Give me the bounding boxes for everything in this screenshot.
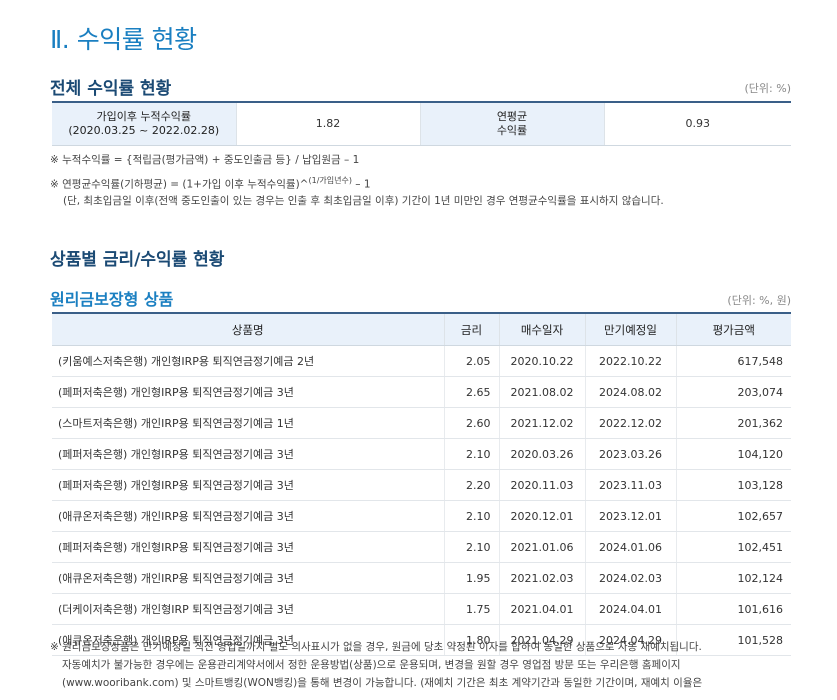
- rate: 1.95: [443, 562, 499, 594]
- principal-products-table: 상품명 금리 매수일자 만기예정일 평가금액 (키움예스저축은행) 개인형IRP…: [52, 312, 791, 656]
- rate: 2.10: [443, 438, 499, 470]
- buy-date: 2021.12.02: [498, 407, 585, 439]
- col-header-maturity: 만기예정일: [584, 313, 676, 346]
- rate: 2.05: [443, 345, 499, 377]
- annual-label-line2: 수익률: [496, 124, 528, 137]
- amount: 617,548: [675, 345, 791, 377]
- table-row: (키움예스저축은행) 개인형IRP용 퇴직연금정기예금 2년 2.05 2020.1…: [52, 345, 791, 377]
- col-header-buy-date: 매수일자: [498, 313, 585, 346]
- footnote-line: (www.wooribank.com) 및 스마트뱅킹(WON뱅킹)을 통해 변…: [62, 677, 703, 689]
- col-header-product: 상품명: [52, 313, 444, 346]
- product-name: (페퍼저축은행) 개인형IRP용 퇴직연금정기예금 3년: [52, 438, 444, 470]
- note-annual-formula-main: ※ 연평균수익률(기하평균) = (1+가입 이후 누적수익률)^: [50, 178, 309, 191]
- principal-unit: (단위: %, 원): [727, 294, 791, 307]
- rate: 2.10: [443, 500, 499, 532]
- amount: 101,616: [675, 593, 791, 625]
- maturity-date: 2023.03.26: [584, 438, 676, 470]
- note-annual-exception: (단, 최초입금일 이후(전액 중도인출이 있는 경우는 인출 후 최초입금일 …: [63, 195, 664, 207]
- cumulative-label-period: (2020.03.25 ~ 2022.02.28): [68, 124, 220, 137]
- product-name: (스마트저축은행) 개인IRP용 퇴직연금정기예금 1년: [52, 407, 444, 439]
- table-header-row: 상품명 금리 매수일자 만기예정일 평가금액: [52, 313, 791, 346]
- table-row: (페퍼저축은행) 개인형IRP용 퇴직연금정기예금 3년 2.10 2021.01.…: [52, 531, 791, 563]
- rate: 1.75: [443, 593, 499, 625]
- rate: 2.20: [443, 469, 499, 501]
- maturity-date: 2024.02.03: [584, 562, 676, 594]
- cumulative-return-label: 가입이후 누적수익률 (2020.03.25 ~ 2022.02.28): [52, 102, 236, 146]
- table-row: (페퍼저축은행) 개인형IRP용 퇴직연금정기예금 3년 2.65 2021.08.…: [52, 376, 791, 408]
- table-row: (더케이저축은행) 개인형IRP 퇴직연금정기예금 3년 1.75 2021.04.…: [52, 593, 791, 625]
- col-header-rate: 금리: [443, 313, 499, 346]
- rate: 2.65: [443, 376, 499, 408]
- maturity-date: 2022.10.22: [584, 345, 676, 377]
- buy-date: 2021.01.06: [498, 531, 585, 563]
- buy-date: 2020.12.01: [498, 500, 585, 532]
- buy-date: 2020.03.26: [498, 438, 585, 470]
- page-title: Ⅱ. 수익률 현황: [50, 25, 197, 54]
- product-name: (애큐온저축은행) 개인IRP용 퇴직연금정기예금 3년: [52, 500, 444, 532]
- amount: 201,362: [675, 407, 791, 439]
- maturity-date: 2024.04.01: [584, 593, 676, 625]
- note-annual-formula-end: – 1: [351, 178, 371, 191]
- product-name: (애큐온저축은행) 개인IRP용 퇴직연금정기예금 3년: [52, 562, 444, 594]
- maturity-date: 2022.12.02: [584, 407, 676, 439]
- amount: 102,124: [675, 562, 791, 594]
- buy-date: 2020.11.03: [498, 469, 585, 501]
- maturity-date: 2024.08.02: [584, 376, 676, 408]
- buy-date: 2021.04.01: [498, 593, 585, 625]
- amount: 102,657: [675, 500, 791, 532]
- overall-returns-table: 가입이후 누적수익률 (2020.03.25 ~ 2022.02.28) 1.8…: [52, 101, 791, 146]
- maturity-date: 2023.11.03: [584, 469, 676, 501]
- annual-label-line1: 연평균: [496, 110, 528, 123]
- table-row: (애큐온저축은행) 개인IRP용 퇴직연금정기예금 3년 2.10 2020.12.…: [52, 500, 791, 532]
- table-row: (스마트저축은행) 개인IRP용 퇴직연금정기예금 1년 2.60 2021.12.…: [52, 407, 791, 439]
- footnote-line: 자동예치가 불가능한 경우에는 운용관리계약서에서 정한 운용방법(상품)으로 …: [62, 659, 681, 671]
- note-annual-formula: ※ 연평균수익률(기하평균) = (1+가입 이후 누적수익률)^(1/가입년수…: [50, 175, 371, 192]
- rate: 2.60: [443, 407, 499, 439]
- col-header-amount: 평가금액: [675, 313, 791, 346]
- principal-guaranteed-title: 원리금보장형 상품: [50, 290, 174, 309]
- footnote-line: ※ 원리금보장상품은 만기예정일 직전 영업일까지 별도 의사표시가 없을 경우…: [50, 641, 702, 653]
- amount: 104,120: [675, 438, 791, 470]
- product-name: (페퍼저축은행) 개인형IRP용 퇴직연금정기예금 3년: [52, 376, 444, 408]
- product-name: (키움예스저축은행) 개인형IRP용 퇴직연금정기예금 2년: [52, 345, 444, 377]
- amount: 103,128: [675, 469, 791, 501]
- product-returns-title: 상품별 금리/수익률 현황: [50, 250, 225, 270]
- annual-return-value: 0.93: [603, 102, 791, 146]
- table-row: (페퍼저축은행) 개인형IRP용 퇴직연금정기예금 3년 2.10 2020.03.…: [52, 438, 791, 470]
- footnote-reinvestment: ※ 원리금보장상품은 만기예정일 직전 영업일까지 별도 의사표시가 없을 경우…: [50, 638, 795, 692]
- overall-unit: (단위: %): [744, 82, 791, 95]
- cumulative-return-value: 1.82: [235, 102, 420, 146]
- cumulative-label-line1: 가입이후 누적수익률: [96, 110, 192, 123]
- note-annual-exponent: (1/가입년수): [308, 176, 352, 185]
- table-row: (애큐온저축은행) 개인IRP용 퇴직연금정기예금 3년 1.95 2021.02.…: [52, 562, 791, 594]
- note-cumulative-formula: ※ 누적수익률 = {적립금(평가금액) + 중도인출금 등} / 납입원금 –…: [50, 154, 360, 166]
- overall-returns-title: 전체 수익률 현황: [50, 79, 172, 99]
- buy-date: 2021.02.03: [498, 562, 585, 594]
- product-name: (더케이저축은행) 개인형IRP 퇴직연금정기예금 3년: [52, 593, 444, 625]
- maturity-date: 2024.01.06: [584, 531, 676, 563]
- amount: 203,074: [675, 376, 791, 408]
- annual-return-label: 연평균 수익률: [419, 102, 604, 146]
- product-name: (페퍼저축은행) 개인형IRP용 퇴직연금정기예금 3년: [52, 531, 444, 563]
- buy-date: 2020.10.22: [498, 345, 585, 377]
- maturity-date: 2023.12.01: [584, 500, 676, 532]
- product-name: (페퍼저축은행) 개인형IRP용 퇴직연금정기예금 3년: [52, 469, 444, 501]
- buy-date: 2021.08.02: [498, 376, 585, 408]
- rate: 2.10: [443, 531, 499, 563]
- table-row: (페퍼저축은행) 개인형IRP용 퇴직연금정기예금 3년 2.20 2020.11.…: [52, 469, 791, 501]
- amount: 102,451: [675, 531, 791, 563]
